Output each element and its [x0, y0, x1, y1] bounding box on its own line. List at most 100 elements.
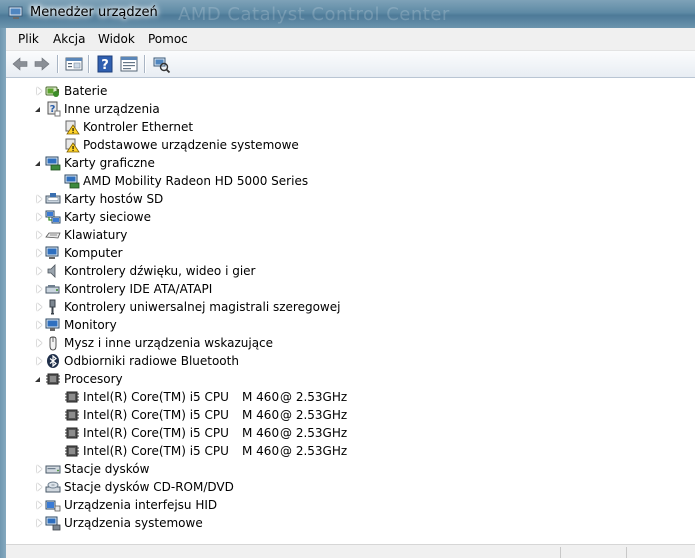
- tree-item-label: Inne urządzenia: [64, 102, 160, 116]
- tree-category[interactable]: Stacje dysków: [6, 460, 686, 478]
- disk-drive-icon: [45, 461, 61, 477]
- tree-item-label: Kontrolery IDE ATA/ATAPI: [64, 282, 213, 296]
- expand-arrow-icon[interactable]: [37, 501, 42, 509]
- keyboard-icon: [45, 227, 61, 243]
- hid-icon: [45, 497, 61, 513]
- processor-icon: [64, 425, 80, 441]
- collapse-arrow-icon[interactable]: [35, 377, 40, 382]
- tree-device[interactable]: Intel(R) Core(TM) i5 CPU M 460 @ 2.53GHz: [6, 406, 686, 424]
- tree-category[interactable]: Odbiorniki radiowe Bluetooth: [6, 352, 686, 370]
- expand-arrow-icon[interactable]: [37, 267, 42, 275]
- status-divider: [560, 547, 562, 558]
- tree-device[interactable]: Podstawowe urządzenie systemowe: [6, 136, 686, 154]
- help-icon[interactable]: ?: [95, 54, 115, 74]
- monitor-icon: [45, 317, 61, 333]
- network-adapter-icon: [45, 209, 61, 225]
- tree-category[interactable]: Stacje dysków CD-ROM/DVD: [6, 478, 686, 496]
- tree-device[interactable]: Intel(R) Core(TM) i5 CPU M 460 @ 2.53GHz: [6, 442, 686, 460]
- tree-category[interactable]: Kontrolery IDE ATA/ATAPI: [6, 280, 686, 298]
- tree-item-label: Odbiorniki radiowe Bluetooth: [64, 354, 239, 368]
- show-hide-tree-icon[interactable]: [64, 54, 84, 74]
- processor-icon: [64, 389, 80, 405]
- tree-category[interactable]: ? Inne urządzenia: [6, 100, 686, 118]
- title-bar[interactable]: AMD Catalyst Control Center Menedżer urz…: [0, 0, 695, 28]
- tree-category[interactable]: Baterie: [6, 82, 686, 100]
- display-adapter-icon: [64, 173, 80, 189]
- processor-icon: [64, 407, 80, 423]
- expand-arrow-icon[interactable]: [37, 519, 42, 527]
- tree-category[interactable]: Klawiatury: [6, 226, 686, 244]
- tree-category[interactable]: Monitory: [6, 316, 686, 334]
- tree-item-label: Stacje dysków CD-ROM/DVD: [64, 480, 234, 494]
- tree-item-label: Procesory: [64, 372, 123, 386]
- tree-category[interactable]: Mysz i inne urządzenia wskazujące: [6, 334, 686, 352]
- menu-pomoc[interactable]: Pomoc: [148, 32, 188, 46]
- tree-category[interactable]: Karty sieciowe: [6, 208, 686, 226]
- expand-arrow-icon[interactable]: [37, 321, 42, 329]
- device-manager-app-icon: [8, 6, 23, 19]
- tree-category[interactable]: Kontrolery uniwersalnej magistrali szere…: [6, 298, 686, 316]
- tree-item-label: Intel(R) Core(TM) i5 CPU: [83, 444, 229, 458]
- expand-arrow-icon[interactable]: [37, 357, 42, 365]
- tree-item-label: Mysz i inne urządzenia wskazujące: [64, 336, 274, 350]
- tree-device[interactable]: Intel(R) Core(TM) i5 CPU M 460 @ 2.53GHz: [6, 388, 686, 406]
- collapse-arrow-icon[interactable]: [35, 107, 40, 112]
- expand-arrow-icon[interactable]: [37, 465, 42, 473]
- processor-icon: [64, 443, 80, 459]
- tree-category[interactable]: Komputer: [6, 244, 686, 262]
- computer-icon: [45, 245, 61, 261]
- forward-arrow-icon[interactable]: [32, 54, 52, 74]
- menu-akcja[interactable]: Akcja: [53, 32, 85, 46]
- window-title: Menedżer urządzeń: [30, 5, 158, 20]
- tree-item-label: Stacje dysków: [64, 462, 150, 476]
- cpu-frequency: @ 2.53GHz: [280, 390, 348, 404]
- tree-item-label: Klawiatury: [64, 228, 128, 242]
- tree-item-label: Kontrolery uniwersalnej magistrali szere…: [64, 300, 341, 314]
- speaker-icon: [45, 263, 61, 279]
- expand-arrow-icon[interactable]: [37, 249, 42, 257]
- bluetooth-icon: [45, 353, 61, 369]
- sd-host-icon: [45, 191, 61, 207]
- tree-category[interactable]: Urządzenia interfejsu HID: [6, 496, 686, 514]
- tree-category[interactable]: Kontrolery dźwięku, wideo i gier: [6, 262, 686, 280]
- expand-arrow-icon[interactable]: [37, 303, 42, 311]
- tree-item-label: Komputer: [64, 246, 123, 260]
- tree-category[interactable]: Karty hostów SD: [6, 190, 686, 208]
- device-tree: Baterie? Inne urządzenia Kontroler Etherne…: [6, 78, 695, 544]
- svg-text:?: ?: [101, 58, 109, 73]
- warning-device-icon: [64, 137, 80, 153]
- tree-item-label: AMD Mobility Radeon HD 5000 Series: [83, 174, 309, 188]
- expand-arrow-icon[interactable]: [37, 339, 42, 347]
- tree-item-label: Intel(R) Core(TM) i5 CPU: [83, 390, 229, 404]
- collapse-arrow-icon[interactable]: [35, 161, 40, 166]
- cpu-model: M 460: [242, 426, 280, 440]
- tree-item-label: Karty graficzne: [64, 156, 155, 170]
- tree-device[interactable]: Kontroler Ethernet: [6, 118, 686, 136]
- dvd-drive-icon: [45, 479, 61, 495]
- expand-arrow-icon[interactable]: [37, 231, 42, 239]
- tree-category[interactable]: Karty graficzne: [6, 154, 686, 172]
- tree-item-label: Kontrolery dźwięku, wideo i gier: [64, 264, 256, 278]
- expand-arrow-icon[interactable]: [37, 483, 42, 491]
- tree-category[interactable]: Procesory: [6, 370, 686, 388]
- status-divider: [626, 547, 628, 558]
- display-adapter-icon: [45, 155, 61, 171]
- tree-item-label: Karty hostów SD: [64, 192, 164, 206]
- tree-device[interactable]: AMD Mobility Radeon HD 5000 Series: [6, 172, 686, 190]
- tree-category[interactable]: Urządzenia systemowe: [6, 514, 686, 532]
- properties-icon[interactable]: [119, 54, 139, 74]
- tree-item-label: Kontroler Ethernet: [83, 120, 194, 134]
- mouse-icon: [45, 335, 61, 351]
- expand-arrow-icon[interactable]: [37, 213, 42, 221]
- menu-plik[interactable]: Plik: [18, 32, 39, 46]
- scan-hardware-icon[interactable]: [151, 54, 171, 74]
- expand-arrow-icon[interactable]: [37, 195, 42, 203]
- back-arrow-icon[interactable]: [10, 54, 30, 74]
- menu-widok[interactable]: Widok: [98, 32, 135, 46]
- toolbar: ?: [6, 51, 695, 78]
- background-window-title: AMD Catalyst Control Center: [178, 4, 450, 25]
- cpu-model: M 460: [242, 390, 280, 404]
- expand-arrow-icon[interactable]: [37, 87, 42, 95]
- expand-arrow-icon[interactable]: [37, 285, 42, 293]
- tree-device[interactable]: Intel(R) Core(TM) i5 CPU M 460 @ 2.53GHz: [6, 424, 686, 442]
